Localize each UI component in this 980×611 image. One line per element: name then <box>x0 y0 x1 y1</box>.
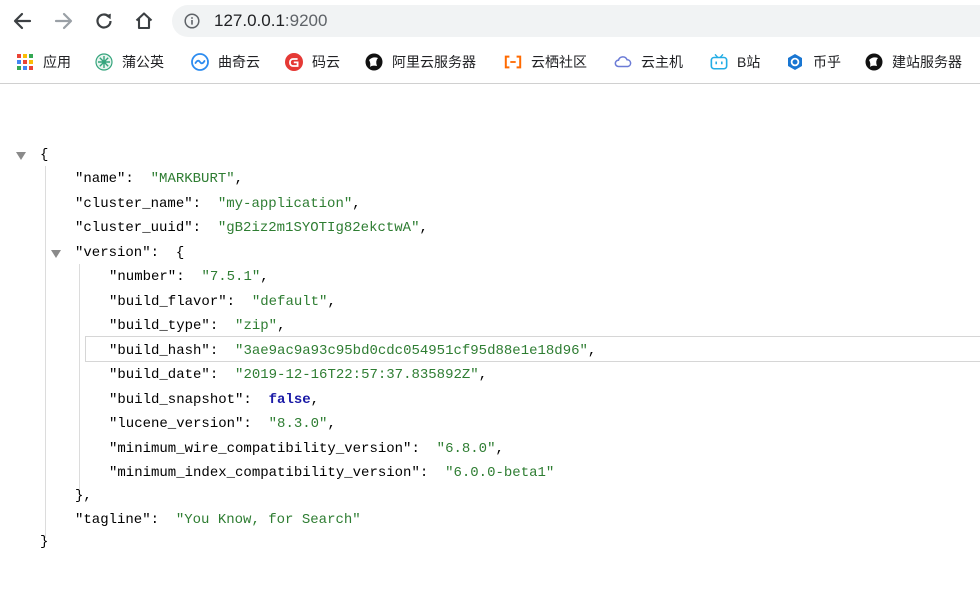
forward-icon[interactable] <box>51 8 77 34</box>
json-value: "2019-12-16T22:57:37.835892Z" <box>235 367 479 383</box>
json-line-build-flavor: "build_flavor": "default", <box>109 294 336 310</box>
json-line-lucene-version: "lucene_version": "8.3.0", <box>109 416 336 432</box>
json-key: "name" <box>75 171 126 187</box>
server-icon <box>865 53 883 71</box>
aliyun-icon <box>365 53 383 71</box>
json-value: "8.3.0" <box>268 416 328 432</box>
indent-guide <box>45 166 46 538</box>
bookmark-label: 云主机 <box>641 54 683 70</box>
url-text: 127.0.0.1:9200 <box>214 11 328 30</box>
home-icon[interactable] <box>131 8 157 34</box>
yunqi-icon <box>504 53 522 71</box>
json-line-min-wire-compat: "minimum_wire_compatibility_version": "6… <box>109 441 504 457</box>
json-line-tagline: "tagline": "You Know, for Search" <box>75 512 361 528</box>
json-line-cluster-name: "cluster_name": "my-application", <box>75 196 361 212</box>
bookmark-label: 蒲公英 <box>122 54 164 70</box>
info-icon[interactable] <box>184 13 200 34</box>
json-value: "zip" <box>235 318 278 334</box>
bookmark-apps[interactable]: 应用 <box>16 52 71 72</box>
json-key: "build_flavor" <box>109 294 227 310</box>
json-close-brace: }, <box>75 488 92 504</box>
bookmark-label: 币乎 <box>813 54 841 70</box>
bookmark-yunqi[interactable]: 云栖社区 <box>504 52 587 72</box>
bookmark-label: 应用 <box>43 54 71 70</box>
collapse-toggle-icon[interactable] <box>15 150 27 162</box>
json-value: "my-application" <box>217 196 353 212</box>
json-line-build-snapshot: "build_snapshot": false, <box>109 392 320 408</box>
json-value: false <box>268 392 311 408</box>
bookmark-bilibili[interactable]: B站 <box>710 52 760 72</box>
json-line-cluster-uuid: "cluster_uuid": "gB2iz2m1SYOTIg82ekctwA"… <box>75 220 428 236</box>
json-value: "MARKBURT" <box>150 171 235 187</box>
json-value: "default" <box>251 294 328 310</box>
address-bar[interactable]: 127.0.0.1:9200 <box>172 5 980 37</box>
gitee-icon <box>285 53 303 71</box>
indent-guide <box>79 264 80 489</box>
cookie-cloud-icon <box>191 53 209 71</box>
json-key: "build_snapshot" <box>109 392 244 408</box>
json-open-brace: { <box>40 147 49 163</box>
json-key: "number" <box>109 269 177 285</box>
bihu-icon <box>786 53 804 71</box>
json-value: "6.0.0-beta1" <box>445 465 555 481</box>
bookmark-label: B站 <box>737 54 761 70</box>
bookmark-cloud-host[interactable]: 云主机 <box>614 52 683 72</box>
json-key: "build_type" <box>109 318 210 334</box>
json-key: "version" <box>75 245 151 261</box>
json-key: "cluster_uuid" <box>75 220 193 236</box>
json-value: "You Know, for Search" <box>175 512 361 528</box>
json-open-brace: { <box>175 245 185 261</box>
json-key: "build_date" <box>109 367 210 383</box>
back-icon[interactable] <box>9 8 35 34</box>
json-close-brace: } <box>40 534 49 550</box>
json-line-build-type: "build_type": "zip", <box>109 318 286 334</box>
bookmark-site-server[interactable]: 建站服务器 <box>865 52 962 72</box>
json-value: "gB2iz2m1SYOTIg82ekctwA" <box>217 220 420 236</box>
json-line-build-hash: "build_hash": "3ae9ac9a93c95bd0cdc054951… <box>109 343 597 359</box>
bookmark-label: 阿里云服务器 <box>392 54 476 70</box>
reload-icon[interactable] <box>91 8 117 34</box>
json-key: "minimum_wire_compatibility_version" <box>109 441 412 457</box>
bookmark-label: 云栖社区 <box>531 54 587 70</box>
bookmark-quqiyun[interactable]: 曲奇云 <box>191 52 260 72</box>
bookmark-pugongying[interactable]: 蒲公英 <box>95 52 164 72</box>
json-value: "6.8.0" <box>436 441 496 457</box>
json-line-build-date: "build_date": "2019-12-16T22:57:37.83589… <box>109 367 488 383</box>
bookmark-label: 曲奇云 <box>218 54 260 70</box>
json-key: "lucene_version" <box>109 416 244 432</box>
bookmarks-bar: 应用 蒲公英 曲奇云 码云 阿里云服务器 云栖社区 云主机 B站 币乎 建站服务… <box>0 42 980 84</box>
json-key: "tagline" <box>75 512 151 528</box>
json-line-number: "number": "7.5.1", <box>109 269 269 285</box>
json-line-min-index-compat: "minimum_index_compatibility_version": "… <box>109 465 555 481</box>
json-line-version: "version": { <box>75 245 185 261</box>
json-value: "3ae9ac9a93c95bd0cdc054951cf95d88e1e18d9… <box>235 343 588 359</box>
json-key: "cluster_name" <box>75 196 193 212</box>
json-value: "7.5.1" <box>201 269 261 285</box>
cloud-host-icon <box>614 53 632 71</box>
dandelion-icon <box>95 53 113 71</box>
bilibili-icon <box>710 53 728 71</box>
json-viewer: { "name": "MARKBURT", "cluster_name": "m… <box>0 84 980 611</box>
collapse-toggle-icon[interactable] <box>50 248 62 260</box>
bookmark-aliyun-server[interactable]: 阿里云服务器 <box>365 52 476 72</box>
json-line-name: "name": "MARKBURT", <box>75 171 244 187</box>
json-key: "minimum_index_compatibility_version" <box>109 465 420 481</box>
json-key: "build_hash" <box>109 343 210 359</box>
bookmark-bihu[interactable]: 币乎 <box>786 52 841 72</box>
bookmark-gitee[interactable]: 码云 <box>285 52 340 72</box>
apps-grid-icon <box>16 53 34 71</box>
bookmark-label: 建站服务器 <box>892 54 962 70</box>
bookmark-label: 码云 <box>312 54 340 70</box>
browser-toolbar: 127.0.0.1:9200 <box>0 0 980 42</box>
